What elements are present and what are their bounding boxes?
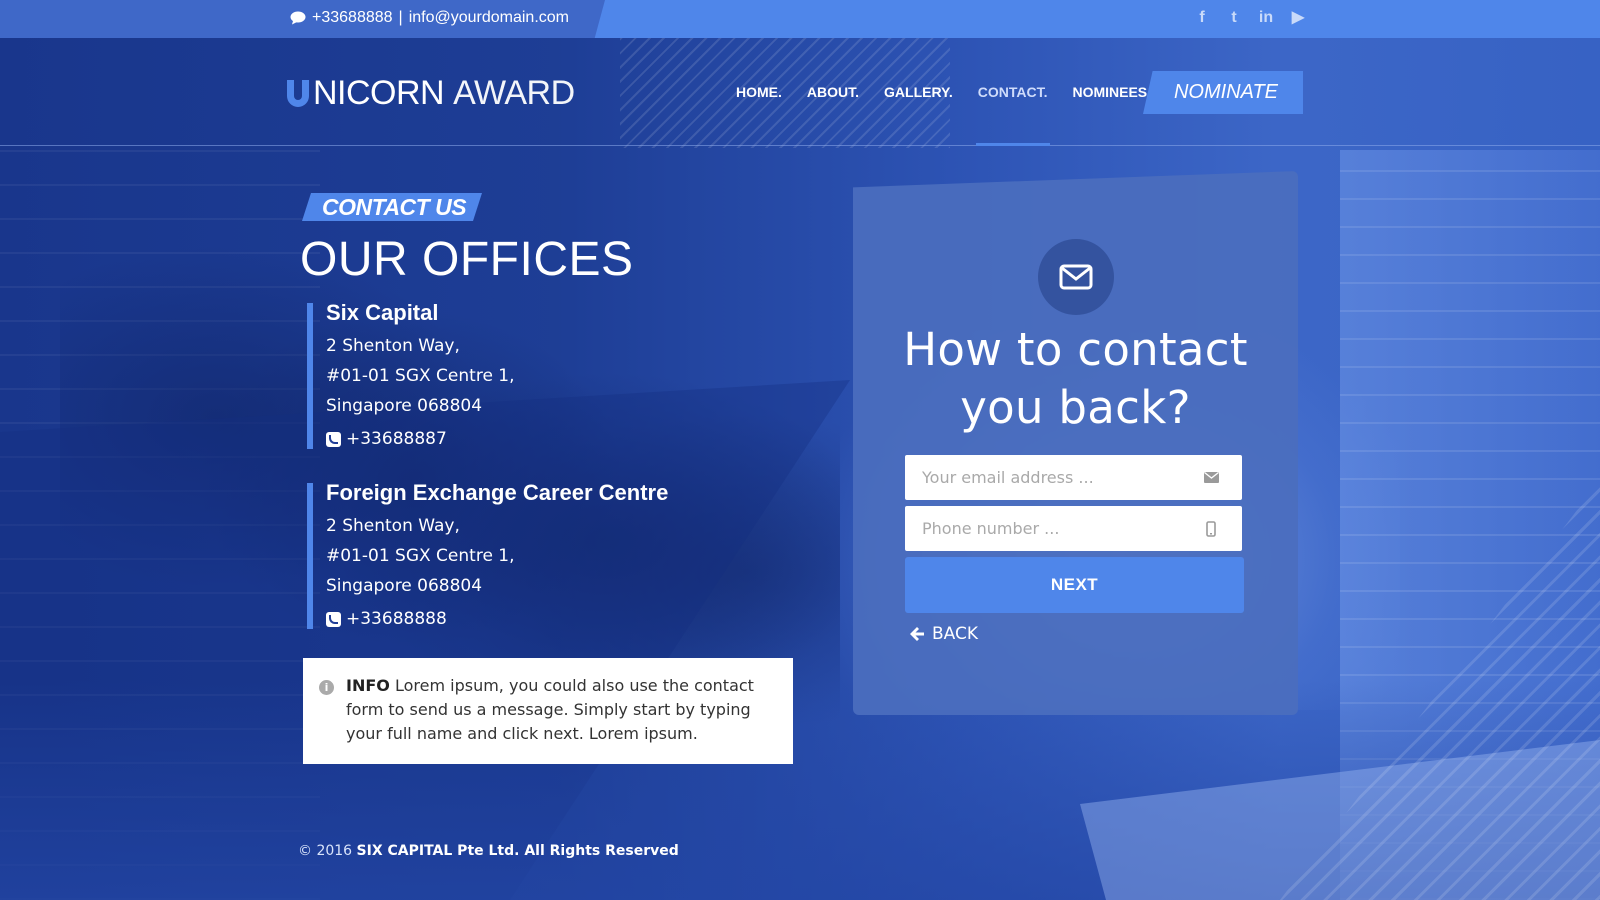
phone-field <box>905 506 1242 551</box>
info-box: i INFO Lorem ipsum, you could also use t… <box>303 658 793 764</box>
contact-form-card: How to contact you back? NEXT BACK <box>853 171 1298 715</box>
envelope-small-icon <box>1201 468 1221 488</box>
site-header: NICORN AWARD HOME. ABOUT. GALLERY. CONTA… <box>0 38 1600 146</box>
envelope-icon <box>1059 264 1093 290</box>
copyright-company: SIX CAPITAL Pte Ltd. All Rights Reserved <box>356 843 679 859</box>
linkedin-icon[interactable]: in <box>1256 8 1276 28</box>
office-address-line: 2 Shenton Way, <box>326 336 460 356</box>
site-logo[interactable]: NICORN AWARD <box>285 74 575 113</box>
office-address-line: Singapore 068804 <box>326 576 483 596</box>
copyright-year: © 2016 <box>298 843 353 859</box>
nav-about[interactable]: ABOUT. <box>807 84 859 146</box>
office-phone[interactable]: +33688888 <box>326 604 668 634</box>
email-field <box>905 455 1242 500</box>
footer-copyright: © 2016 SIX CAPITAL Pte Ltd. All Rights R… <box>298 843 679 859</box>
office-address-line: 2 Shenton Way, <box>326 516 460 536</box>
info-label: INFO <box>346 676 390 695</box>
phone-icon <box>326 431 341 447</box>
contact-us-tag: CONTACT US <box>302 193 482 221</box>
top-separator: | <box>398 9 403 26</box>
form-question: How to contact you back? <box>853 321 1298 437</box>
main-nav: HOME. ABOUT. GALLERY. CONTACT. NOMINEES. <box>736 84 1176 146</box>
top-email-link[interactable]: info@yourdomain.com <box>409 9 569 27</box>
logo-name-secondary: AWARD <box>453 74 575 112</box>
form-question-line: you back? <box>960 381 1191 434</box>
envelope-badge <box>1038 239 1114 315</box>
form-question-line: How to contact <box>903 323 1248 376</box>
nav-contact[interactable]: CONTACT. <box>975 84 1051 146</box>
back-label: BACK <box>932 624 979 644</box>
top-phone-link[interactable]: +33688888 <box>312 9 393 27</box>
next-button[interactable]: NEXT <box>905 557 1244 613</box>
office-phone-number: +33688888 <box>346 609 447 629</box>
arrow-left-icon <box>910 627 924 641</box>
office-phone[interactable]: +33688887 <box>326 424 515 454</box>
top-bar: +33688888 | info@yourdomain.com f t in ▶ <box>0 0 1600 38</box>
mobile-phone-icon <box>1201 519 1221 539</box>
office-card: Six Capital 2 Shenton Way, #01-01 SGX Ce… <box>307 300 515 449</box>
unicorn-logo-mark-icon <box>287 80 309 107</box>
phone-icon <box>326 611 341 627</box>
nav-home[interactable]: HOME. <box>736 84 782 146</box>
office-card: Foreign Exchange Career Centre 2 Shenton… <box>307 480 669 629</box>
office-name: Foreign Exchange Career Centre <box>326 480 669 505</box>
nav-nominees[interactable]: NOMINEES. <box>1072 84 1151 146</box>
chat-icon <box>290 11 306 25</box>
twitter-icon[interactable]: t <box>1224 8 1244 28</box>
social-links: f t in ▶ <box>1192 8 1308 28</box>
phone-input[interactable] <box>905 507 1195 550</box>
office-name: Six Capital <box>326 300 439 325</box>
info-text: Lorem ipsum, you could also use the cont… <box>346 676 754 743</box>
office-phone-number: +33688887 <box>346 429 447 449</box>
back-link[interactable]: BACK <box>909 624 978 644</box>
office-address-line: #01-01 SGX Centre 1, <box>326 366 515 386</box>
top-contact-info: +33688888 | info@yourdomain.com <box>290 9 569 27</box>
nav-gallery[interactable]: GALLERY. <box>884 84 953 146</box>
office-address-line: Singapore 068804 <box>326 396 483 416</box>
youtube-icon[interactable]: ▶ <box>1288 8 1308 28</box>
email-input[interactable] <box>905 456 1195 499</box>
logo-name-primary: NICORN <box>313 74 445 112</box>
office-address-line: #01-01 SGX Centre 1, <box>326 546 515 566</box>
info-icon: i <box>319 680 334 695</box>
facebook-icon[interactable]: f <box>1192 8 1212 28</box>
page-title: OUR OFFICES <box>300 233 634 286</box>
nominate-button[interactable]: NOMINATE <box>1143 71 1303 114</box>
